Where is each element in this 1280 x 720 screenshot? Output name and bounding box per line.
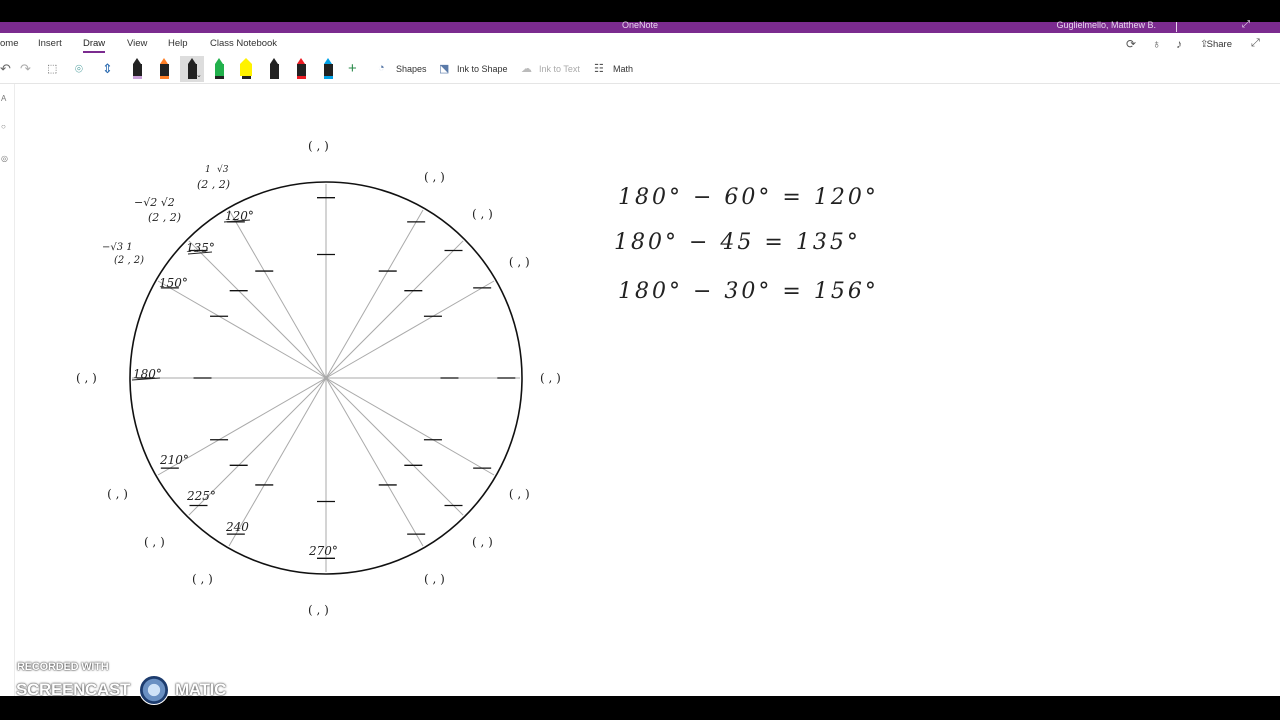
draw-toolbar: ↶ ↷ ⬚ ⌾ ⇕ ⌄ + ◔ Shapes ⬔ Ink to Shape ☁ … [0,55,1280,84]
coord-135-den: (2 , 2) [148,211,181,224]
watermark-matic: MATIC [175,680,227,699]
nav-icon-3[interactable]: ◎ [1,154,8,163]
coord-pair-90: ( , ) [308,139,329,153]
coord-pair-45: ( , ) [472,207,493,221]
nav-icon-2[interactable]: ○ [1,122,6,131]
lightbulb-icon[interactable]: ♁ [1152,37,1161,51]
left-side-strip: A ○ ◎ [0,84,15,696]
spoke-330 [325,377,495,476]
undo-icon[interactable]: ↶ [0,59,11,79]
coord-120-num: 1 [205,165,211,175]
share-button[interactable]: Share [1207,39,1232,50]
tab-insert[interactable]: Insert [38,38,62,49]
ink-to-text-icon[interactable]: ☁ [521,62,532,75]
tab-class-notebook[interactable]: Class Notebook [210,38,277,49]
screen-top-bar [0,0,1280,22]
equation-2: 180° − 45 = 135° [614,230,861,255]
label-150: 150° [159,276,188,290]
expand-icon[interactable]: ⤢ [1251,37,1260,50]
sync-icon[interactable]: ⟳ [1126,37,1136,51]
ink-to-shape-button[interactable]: Ink to Shape [457,64,508,74]
coord-pair-30: ( , ) [509,255,530,269]
coord-pair-270: ( , ) [308,603,329,617]
ink-drawing: ( , ) ( , ) ( , ) ( , ) ( , ) ( , ) ( , ) ( , )… [76,139,879,617]
spoke-30 [325,280,495,379]
lasso-select-icon[interactable]: ⬚ [47,59,57,79]
coord-120-den: (2 , 2) [197,178,230,191]
watermark-screencast: SCREENCAST [16,680,131,699]
coord-120-sqrt3: √3 [217,164,229,175]
coord-pair-60: ( , ) [424,170,445,184]
pen-orange[interactable] [158,58,170,80]
add-pen-icon[interactable]: + [348,59,357,79]
coord-pair-330: ( , ) [509,487,530,501]
coord-pair-180: ( , ) [76,371,97,385]
window-control-icon[interactable]: ⤢ [1242,19,1250,30]
user-name[interactable]: Guglielmello, Matthew B. [1056,20,1156,30]
tab-help[interactable]: Help [168,38,188,49]
ink-to-shape-icon[interactable]: ⬔ [439,62,449,75]
notifications-icon[interactable]: ♪ [1176,37,1182,51]
pen-purple[interactable] [131,58,143,80]
label-210: 210° [159,453,189,467]
chevron-down-icon[interactable]: ⌄ [196,71,202,79]
shapes-icon[interactable]: ◔ [378,62,385,74]
title-separator [1176,22,1177,32]
coord-150-num: −√3 1 [102,242,133,253]
pen-red[interactable] [295,58,307,80]
spoke-120 [228,209,327,379]
coord-pair-240: ( , ) [192,572,213,586]
spoke-45 [325,240,464,379]
label-240: 240 [225,520,249,534]
math-button[interactable]: Math [613,64,633,74]
equations: 180° − 60° = 120° 180° − 45 = 135° 180° … [614,185,879,304]
label-270: 270° [308,544,338,558]
spoke-60 [325,209,424,379]
highlighter-yellow[interactable] [240,58,252,80]
tab-draw[interactable]: Draw [83,38,106,53]
coord-pair-315: ( , ) [472,535,493,549]
tab-view[interactable]: View [127,38,147,49]
spoke-135 [188,240,327,379]
screencast-logo-icon [139,675,169,705]
spoke-150 [157,280,327,379]
eraser-icon[interactable]: ⌾ [75,59,83,79]
pen-black-2[interactable] [268,58,280,80]
equation-3: 180° − 30° = 156° [618,279,879,304]
tab-home[interactable]: ome [0,38,18,49]
coord-pair-225: ( , ) [144,535,165,549]
coord-150-den: (2 , 2) [114,255,144,266]
label-225: 225° [186,489,216,503]
nav-icon-1[interactable]: A [1,94,6,103]
spoke-315 [325,377,464,516]
shapes-button[interactable]: Shapes [396,64,427,74]
equation-1: 180° − 60° = 120° [618,185,879,210]
coord-135-num: −√2 √2 [134,196,175,209]
spoke-300 [325,377,424,547]
pen-black-selected[interactable]: ⌄ [180,56,204,82]
coord-pair-0: ( , ) [540,371,561,385]
pen-blue[interactable] [322,58,334,80]
coord-pair-210: ( , ) [107,487,128,501]
redo-icon[interactable]: ↷ [20,59,31,79]
note-canvas[interactable]: ( , ) ( , ) ( , ) ( , ) ( , ) ( , ) ( , ) ( , )… [0,84,1280,696]
title-bar: OneNote Guglielmello, Matthew B. ⤢ [0,19,1280,33]
angle-labels: 120° 135° 150° 180° 210° 225° 240 270° [131,209,338,558]
watermark-recorded-with: RECORDED WITH [17,661,109,673]
ribbon-tabs: ome Insert Draw View Help Class Notebook… [0,33,1280,55]
coord-pair-300: ( , ) [424,572,445,586]
add-space-icon[interactable]: ⇕ [102,59,113,79]
math-icon[interactable]: ☷ [594,62,604,75]
pen-green[interactable] [213,58,225,80]
pen-color-band [132,76,142,79]
ink-to-text-button[interactable]: Ink to Text [539,64,580,74]
